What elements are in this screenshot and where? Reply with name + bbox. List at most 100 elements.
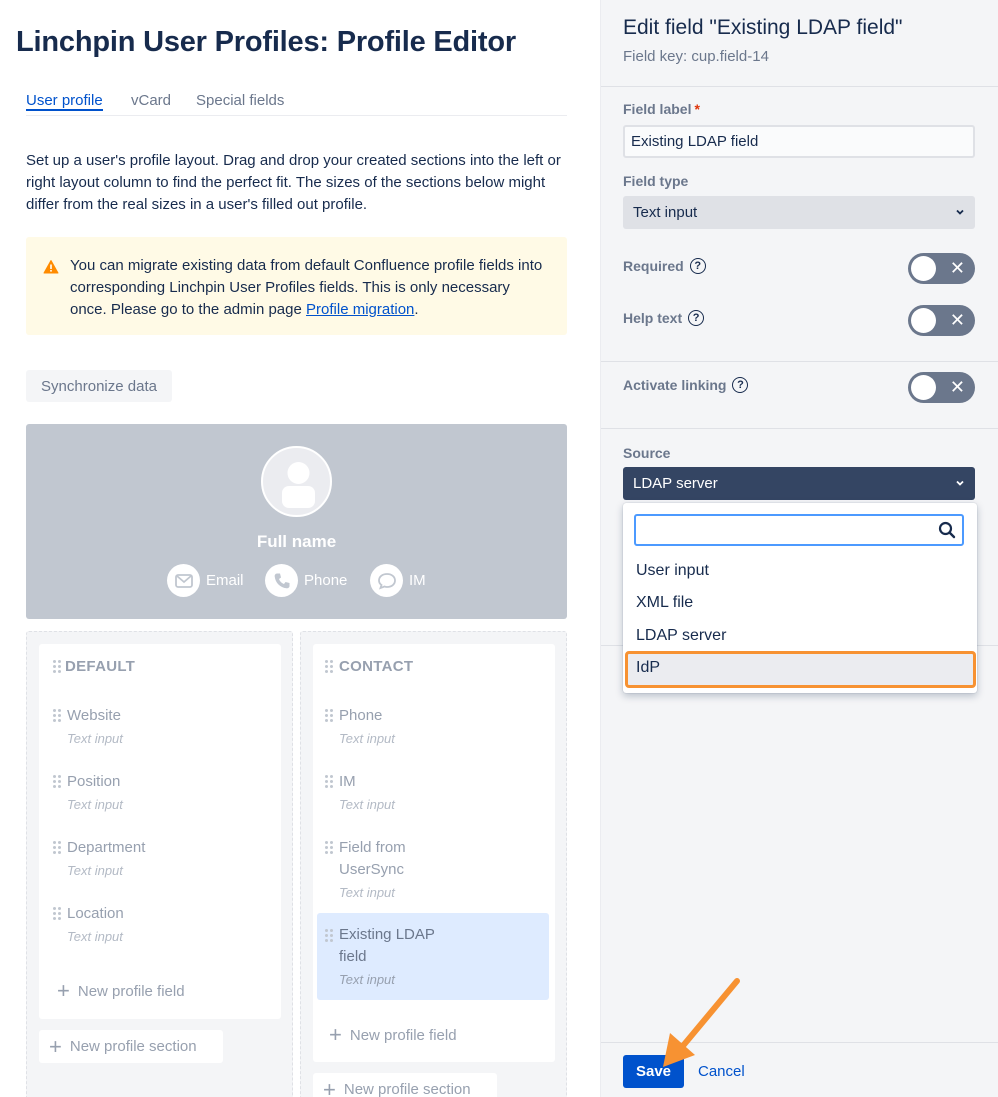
- new-profile-field-button[interactable]: + New profile field: [329, 1024, 457, 1046]
- field-name[interactable]: Phone: [339, 705, 382, 727]
- contact-im-label: IM: [409, 572, 426, 589]
- field-type-label: Field type: [623, 173, 689, 189]
- selected-field-existing-ldap[interactable]: Existing LDAP field Text input: [317, 913, 549, 1000]
- toggle-knob: [911, 256, 936, 281]
- divider: [601, 428, 998, 429]
- warning-icon: [43, 260, 59, 274]
- field-name-line: field: [339, 948, 367, 965]
- drag-handle-icon[interactable]: [53, 709, 61, 723]
- option-idp[interactable]: IdP: [636, 659, 660, 677]
- toggle-knob: [911, 308, 936, 333]
- field-name[interactable]: IM: [339, 771, 356, 793]
- new-profile-section-button[interactable]: + New profile section: [313, 1073, 497, 1097]
- option-user-input[interactable]: User input: [636, 562, 709, 580]
- required-text: Required: [623, 258, 684, 274]
- panel-title: Edit field "Existing LDAP field": [623, 16, 903, 39]
- field-type-select[interactable]: Text input: [623, 196, 975, 229]
- option-ldap-server[interactable]: LDAP server: [636, 627, 726, 645]
- help-icon[interactable]: ?: [689, 258, 706, 274]
- drag-handle-icon[interactable]: [325, 709, 333, 723]
- drag-handle-icon[interactable]: [325, 775, 333, 789]
- drag-handle-icon[interactable]: [325, 929, 333, 943]
- help-icon[interactable]: ?: [688, 310, 705, 326]
- tab-bar: User profile vCard Special fields: [26, 92, 567, 116]
- field-type: Text input: [339, 797, 395, 812]
- field-type: Text input: [339, 731, 395, 746]
- contact-email: Email: [167, 564, 244, 597]
- synchronize-data-button[interactable]: Synchronize data: [26, 370, 172, 402]
- required-toggle[interactable]: ✕: [908, 253, 975, 284]
- option-idp-highlighted[interactable]: [625, 651, 976, 688]
- user-avatar-icon: [282, 462, 315, 508]
- new-profile-section-label: New profile section: [343, 1081, 471, 1097]
- tab-special-fields[interactable]: Special fields: [196, 92, 284, 109]
- search-icon: [938, 521, 956, 539]
- source-search-input[interactable]: [634, 514, 964, 546]
- layout-column-left[interactable]: DEFAULT Website Text input Position Text…: [26, 631, 293, 1097]
- source-label: Source: [623, 445, 671, 461]
- field-type: Text input: [67, 731, 123, 746]
- field-name-line: UserSync: [339, 861, 405, 878]
- source-select[interactable]: LDAP server: [623, 467, 975, 500]
- chevron-down-icon: [956, 480, 964, 486]
- field-name[interactable]: Website: [67, 705, 121, 727]
- close-icon: ✕: [949, 310, 965, 330]
- field-type: Text input: [339, 885, 395, 900]
- profile-migration-link[interactable]: Profile migration: [306, 301, 414, 318]
- drag-handle-icon[interactable]: [53, 775, 61, 789]
- drag-handle-icon[interactable]: [53, 907, 61, 921]
- layout-column-right[interactable]: CONTACT Phone Text input IM Text input F…: [300, 631, 567, 1097]
- profile-editor: Linchpin User Profiles: Profile Editor U…: [0, 0, 600, 1097]
- cancel-button[interactable]: Cancel: [698, 1063, 745, 1080]
- field-type: Text input: [67, 929, 123, 944]
- divider: [601, 86, 998, 87]
- toggle-knob: [911, 375, 936, 400]
- help-text-label: Help text?: [623, 310, 705, 326]
- new-profile-field-label: New profile field: [77, 982, 185, 1000]
- close-icon: ✕: [949, 377, 965, 397]
- plus-icon: +: [57, 978, 70, 1003]
- field-name[interactable]: Existing LDAP field: [339, 924, 435, 968]
- drag-handle-icon[interactable]: [53, 660, 61, 674]
- help-icon[interactable]: ?: [732, 377, 749, 393]
- field-name[interactable]: Department: [67, 837, 145, 859]
- new-profile-field-label: New profile field: [349, 1026, 457, 1044]
- plus-icon: +: [329, 1022, 342, 1047]
- drag-handle-icon[interactable]: [325, 660, 333, 674]
- field-label-label: Field label *: [623, 101, 700, 117]
- drag-handle-icon[interactable]: [325, 841, 333, 855]
- activate-linking-toggle[interactable]: ✕: [908, 372, 975, 403]
- field-name[interactable]: Position: [67, 771, 120, 793]
- section-title: DEFAULT: [65, 658, 136, 675]
- contact-phone: Phone: [265, 564, 347, 597]
- activate-linking-text: Activate linking: [623, 377, 727, 393]
- drag-handle-icon[interactable]: [53, 841, 61, 855]
- field-name[interactable]: Location: [67, 903, 124, 925]
- new-profile-section-label: New profile section: [69, 1038, 197, 1055]
- warning-text: You can migrate existing data from defau…: [70, 255, 550, 321]
- help-text-text: Help text: [623, 310, 683, 326]
- divider: [601, 361, 998, 362]
- warning-banner: You can migrate existing data from defau…: [26, 237, 567, 335]
- required-label: Required?: [623, 258, 706, 274]
- field-name[interactable]: Field from UserSync: [339, 837, 406, 881]
- intro-text: Set up a user's profile layout. Drag and…: [26, 152, 561, 213]
- field-type: Text input: [67, 863, 123, 878]
- new-profile-section-button[interactable]: + New profile section: [39, 1030, 223, 1063]
- tab-user-profile[interactable]: User profile: [26, 92, 103, 111]
- close-icon: ✕: [949, 258, 965, 278]
- activate-linking-label: Activate linking?: [623, 377, 749, 393]
- new-profile-field-button[interactable]: + New profile field: [57, 980, 185, 1002]
- avatar: [261, 446, 332, 517]
- option-xml-file[interactable]: XML file: [636, 594, 693, 612]
- panel-footer: Save Cancel: [601, 1042, 998, 1097]
- field-label-input[interactable]: [623, 125, 975, 158]
- contact-email-label: Email: [206, 572, 244, 589]
- field-name-line: Field from: [339, 839, 406, 856]
- tab-vcard[interactable]: vCard: [131, 92, 171, 109]
- plus-icon: +: [49, 1033, 62, 1059]
- section-default[interactable]: DEFAULT Website Text input Position Text…: [39, 644, 281, 1019]
- section-contact[interactable]: CONTACT Phone Text input IM Text input F…: [313, 644, 555, 1062]
- help-text-toggle[interactable]: ✕: [908, 305, 975, 336]
- save-button[interactable]: Save: [623, 1055, 684, 1088]
